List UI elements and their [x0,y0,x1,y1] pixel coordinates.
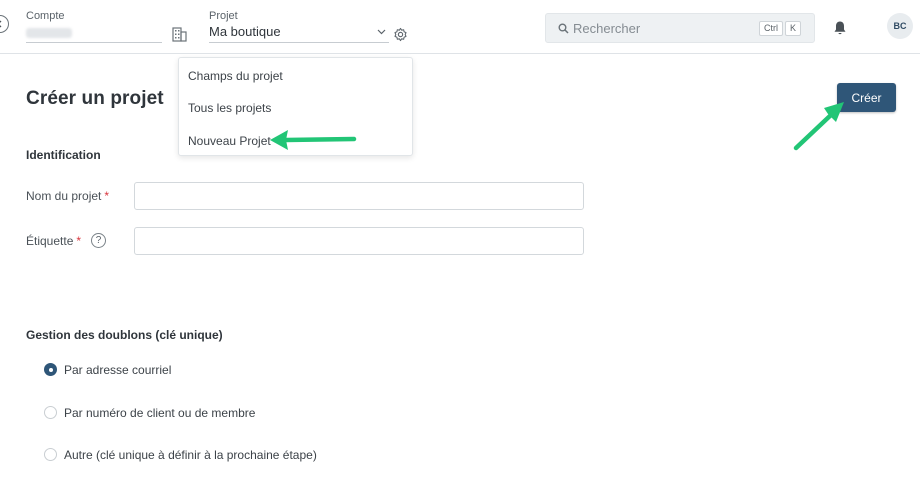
section-identification-title: Identification [26,148,101,162]
annotation-arrow-new-project [270,130,357,150]
project-name-input[interactable] [134,182,584,210]
menu-item-new-project[interactable]: Nouveau Projet [188,134,271,148]
section-duplicates-title: Gestion des doublons (clé unique) [26,328,223,342]
tag-label-text: Étiquette [26,234,74,248]
project-label: Projet [209,10,238,22]
shortcut-ctrl-key: Ctrl [759,21,783,36]
radio-other[interactable] [44,448,57,461]
radio-email[interactable] [44,363,57,376]
search-icon [558,23,569,34]
project-name-label-text: Nom du projet [26,189,102,203]
tag-label: Étiquette * [26,234,81,248]
bell-icon[interactable] [833,20,847,36]
gear-icon[interactable] [393,27,408,42]
account-select[interactable] [26,25,162,43]
required-mark: * [76,234,82,248]
annotation-arrow-create [793,102,844,151]
account-label: Compte [26,10,65,22]
radio-other-label[interactable]: Autre (clé unique à définir à la prochai… [64,448,317,462]
chevron-down-icon [377,29,386,35]
account-value-redacted [26,28,72,38]
project-select[interactable]: Ma boutique [209,24,389,43]
avatar[interactable]: BC [887,13,913,39]
search-bar[interactable]: Rechercher Ctrl K [545,13,815,43]
required-mark: * [104,189,110,203]
menu-item-all-projects[interactable]: Tous les projets [188,101,271,115]
radio-client-number[interactable] [44,406,57,419]
tag-input[interactable] [134,227,584,255]
radio-email-label[interactable]: Par adresse courriel [64,363,171,377]
radio-client-number-label[interactable]: Par numéro de client ou de membre [64,406,255,420]
page-title: Créer un projet [26,88,164,109]
search-placeholder: Rechercher [573,21,641,36]
project-select-value: Ma boutique [209,24,281,39]
help-icon[interactable]: ? [91,233,106,248]
menu-item-project-fields[interactable]: Champs du projet [188,69,283,83]
shortcut-k-key: K [785,21,802,36]
building-icon[interactable] [171,25,187,42]
back-icon[interactable] [0,15,9,33]
project-name-label: Nom du projet * [26,189,109,203]
top-bar: Compte Projet Ma boutique Rechercher Ctr… [0,0,920,54]
